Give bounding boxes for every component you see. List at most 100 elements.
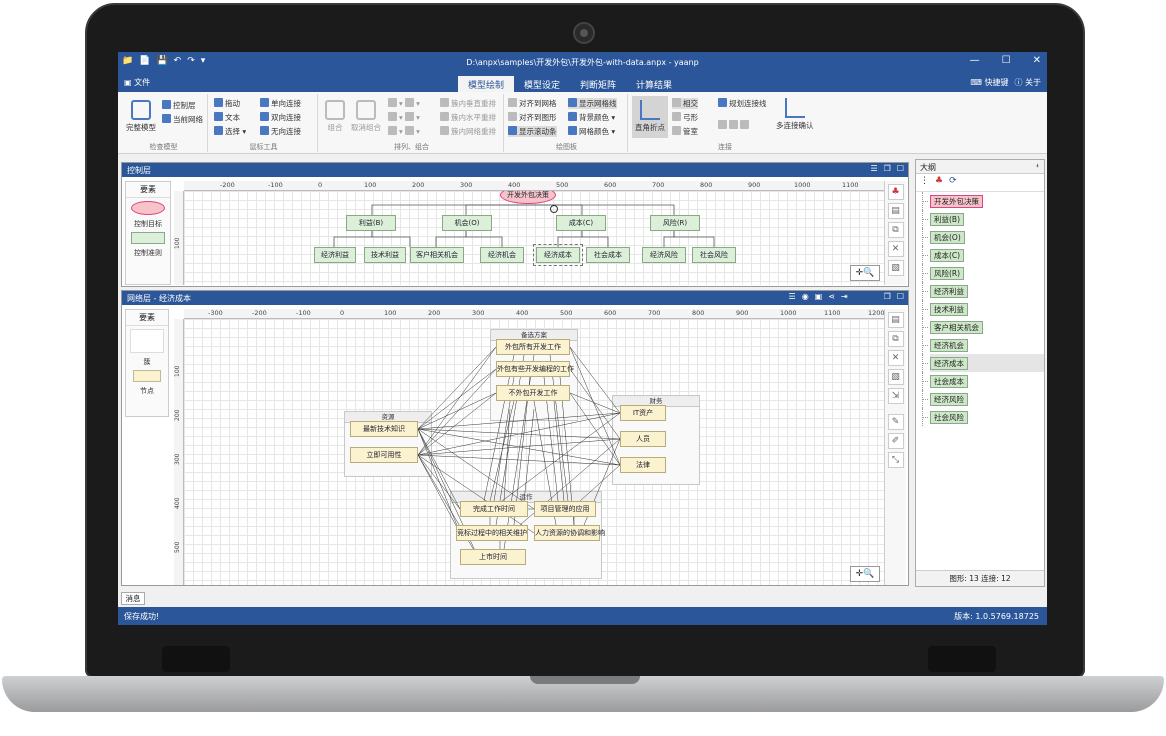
criterion-node[interactable]: 风险(R) xyxy=(650,215,700,231)
network-node[interactable]: 法律 xyxy=(620,457,666,473)
outline-item[interactable]: 经济利益 xyxy=(922,282,1044,300)
align-dropdown-1[interactable]: ▾ ▾ xyxy=(388,98,420,108)
text-tool[interactable]: 文本 xyxy=(214,112,240,123)
plan-line-button[interactable]: 规划连接线 xyxy=(718,98,767,109)
align-dropdown-3[interactable]: ▾ ▾ xyxy=(388,126,420,136)
control-criteria-shape[interactable] xyxy=(131,232,165,244)
maximize-pane-icon[interactable]: ☐ xyxy=(897,164,904,173)
outline-item[interactable]: 经济风险 xyxy=(922,390,1044,408)
export-icon[interactable]: ⇥ xyxy=(841,292,848,301)
grp-network-button[interactable]: 簇内网络重排 xyxy=(440,126,496,137)
network-node[interactable]: 项目管理的应用 xyxy=(534,501,596,517)
network-node[interactable]: 人力资源的协调和影响 xyxy=(534,525,605,541)
network-node[interactable]: IT资产 xyxy=(620,405,666,421)
menu-dots-icon[interactable]: ⋮ xyxy=(920,176,929,189)
subcriterion-node[interactable]: 技术利益 xyxy=(364,247,406,263)
subcriterion-node[interactable]: 社会成本 xyxy=(586,247,630,263)
network-node[interactable]: 上市时间 xyxy=(460,549,526,565)
complete-model-button[interactable]: 完整模型 xyxy=(124,100,158,133)
outline-item[interactable]: 机会(O) xyxy=(922,228,1044,246)
messages-tab[interactable]: 消息 xyxy=(121,592,145,605)
one-way-link-tool[interactable]: 单向连接 xyxy=(260,98,301,109)
two-way-link-tool[interactable]: 双向连接 xyxy=(260,112,301,123)
delete-icon[interactable]: ✕ xyxy=(887,350,904,366)
delete-icon[interactable]: ✕ xyxy=(887,241,904,257)
show-scroll-toggle[interactable]: 显示滚动条 xyxy=(508,126,557,137)
outline-item[interactable]: 经济机会 xyxy=(922,336,1044,354)
eye-icon[interactable]: ◉ xyxy=(802,292,809,301)
grid-color-button[interactable]: 网格颜色 ▾ xyxy=(568,126,615,137)
copy-icon[interactable]: ⧉ xyxy=(887,331,904,347)
cluster-shape[interactable] xyxy=(130,329,164,353)
layout-icon[interactable]: ☰ xyxy=(870,164,877,173)
network-node[interactable]: 完成工作时间 xyxy=(460,501,528,517)
tab-model-settings[interactable]: 模型设定 xyxy=(514,76,570,92)
export-icon[interactable]: ⇲ xyxy=(887,388,904,404)
network-node[interactable]: 人员 xyxy=(620,431,666,447)
outline-item[interactable]: 开发外包决策 xyxy=(922,192,1044,210)
network-node[interactable]: 立即可用性 xyxy=(350,447,418,463)
file-menu[interactable]: ▣ 文件 xyxy=(124,77,150,88)
multi-confirm-button[interactable]: 多连接确认 xyxy=(776,98,814,131)
network-node[interactable]: 外包有些开发编程的工作 xyxy=(496,361,574,377)
about-button[interactable]: ⓘ 关于 xyxy=(1014,77,1041,88)
intersect-button[interactable]: 相交 xyxy=(672,98,698,109)
subcriterion-node[interactable]: 经济利益 xyxy=(314,247,356,263)
network-node[interactable]: 最新技术知识 xyxy=(350,421,418,437)
uncombine-button[interactable]: 取消组合 xyxy=(348,100,384,133)
network-node[interactable]: 竞标过程中的相关维护 xyxy=(456,525,528,541)
grp-vertical-button[interactable]: 簇内垂直重排 xyxy=(440,98,496,109)
outline-item[interactable]: 客户相关机会 xyxy=(922,318,1044,336)
criterion-node[interactable]: 利益(B) xyxy=(346,215,396,231)
share-icon[interactable]: ⋖ xyxy=(828,292,835,301)
no-dir-link-tool[interactable]: 无向连接 xyxy=(260,126,301,137)
resize-icon[interactable]: ⤡ xyxy=(887,452,904,468)
outline-item-selected[interactable]: 经济成本 xyxy=(922,354,1044,372)
layout-icon[interactable]: ☰ xyxy=(789,292,796,301)
tab-results[interactable]: 计算结果 xyxy=(626,76,682,92)
subcriterion-node[interactable]: 客户相关机会 xyxy=(410,247,464,263)
pin-icon[interactable]: ⍖ xyxy=(1035,161,1040,171)
minimize-icon[interactable]: — xyxy=(970,55,980,66)
copy-icon[interactable]: ⧉ xyxy=(887,222,904,238)
tab-model-draw[interactable]: 模型绘制 xyxy=(458,76,515,92)
zoom-control[interactable]: ✛🔍 xyxy=(850,566,880,582)
arc-button[interactable]: 弓形 xyxy=(672,112,698,123)
current-network-button[interactable]: 当前网络 xyxy=(162,114,203,125)
show-grid-toggle[interactable]: 显示网格线 xyxy=(568,98,617,109)
right-angle-button[interactable]: 直角折点 xyxy=(632,96,668,138)
paste-icon[interactable]: ▤ xyxy=(887,203,904,219)
refresh-icon[interactable]: ⟳ xyxy=(949,176,957,189)
selected-subcriterion-node[interactable]: 经济成本 xyxy=(533,244,583,266)
image-icon[interactable]: ▧ xyxy=(887,369,904,385)
tube-button[interactable]: 管室 xyxy=(672,126,698,137)
drag-tool[interactable]: 拖动 xyxy=(214,98,240,109)
cluster-view-icon[interactable]: ▣ xyxy=(815,292,823,301)
maximize-icon[interactable]: ☐ xyxy=(1002,55,1011,66)
rotate-handle-icon[interactable] xyxy=(550,205,558,213)
outline-item[interactable]: 社会成本 xyxy=(922,372,1044,390)
maximize-pane-icon[interactable]: ☐ xyxy=(897,292,904,301)
outline-item[interactable]: 利益(B) xyxy=(922,210,1044,228)
network-node[interactable]: 外包所有开发工作 xyxy=(496,339,570,355)
criterion-node[interactable]: 机会(O) xyxy=(442,215,492,231)
image-icon[interactable]: ▧ xyxy=(887,260,904,276)
outline-item[interactable]: 技术利益 xyxy=(922,300,1044,318)
subcriterion-node[interactable]: 经济机会 xyxy=(480,247,524,263)
node-shape[interactable] xyxy=(133,370,161,382)
tab-judgment-matrix[interactable]: 判断矩阵 xyxy=(570,76,626,92)
link-tools[interactable] xyxy=(718,120,751,130)
outline-item[interactable]: 社会风险 xyxy=(922,408,1044,426)
close-icon[interactable]: ✕ xyxy=(1033,55,1041,66)
combine-button[interactable]: 组合 xyxy=(324,100,346,133)
subcriterion-node[interactable]: 社会风险 xyxy=(692,247,736,263)
control-canvas[interactable]: 开发外包决策 利益(B) 机会(O) 成本(C) 风险(R) 经济利益 技术利益… xyxy=(184,191,884,285)
shortcuts-button[interactable]: ⌨ 快捷键 xyxy=(970,77,1008,88)
hierarchy-icon[interactable]: ♣ xyxy=(935,176,943,189)
grp-horizontal-button[interactable]: 簇内水平重排 xyxy=(440,112,496,123)
pen-icon[interactable]: ✐ xyxy=(887,433,904,449)
pencil-icon[interactable]: ✎ xyxy=(887,414,904,430)
subcriterion-node[interactable]: 经济风险 xyxy=(642,247,686,263)
bg-color-button[interactable]: 背景颜色 ▾ xyxy=(568,112,615,123)
align-dropdown-2[interactable]: ▾ ▾ xyxy=(388,112,420,122)
